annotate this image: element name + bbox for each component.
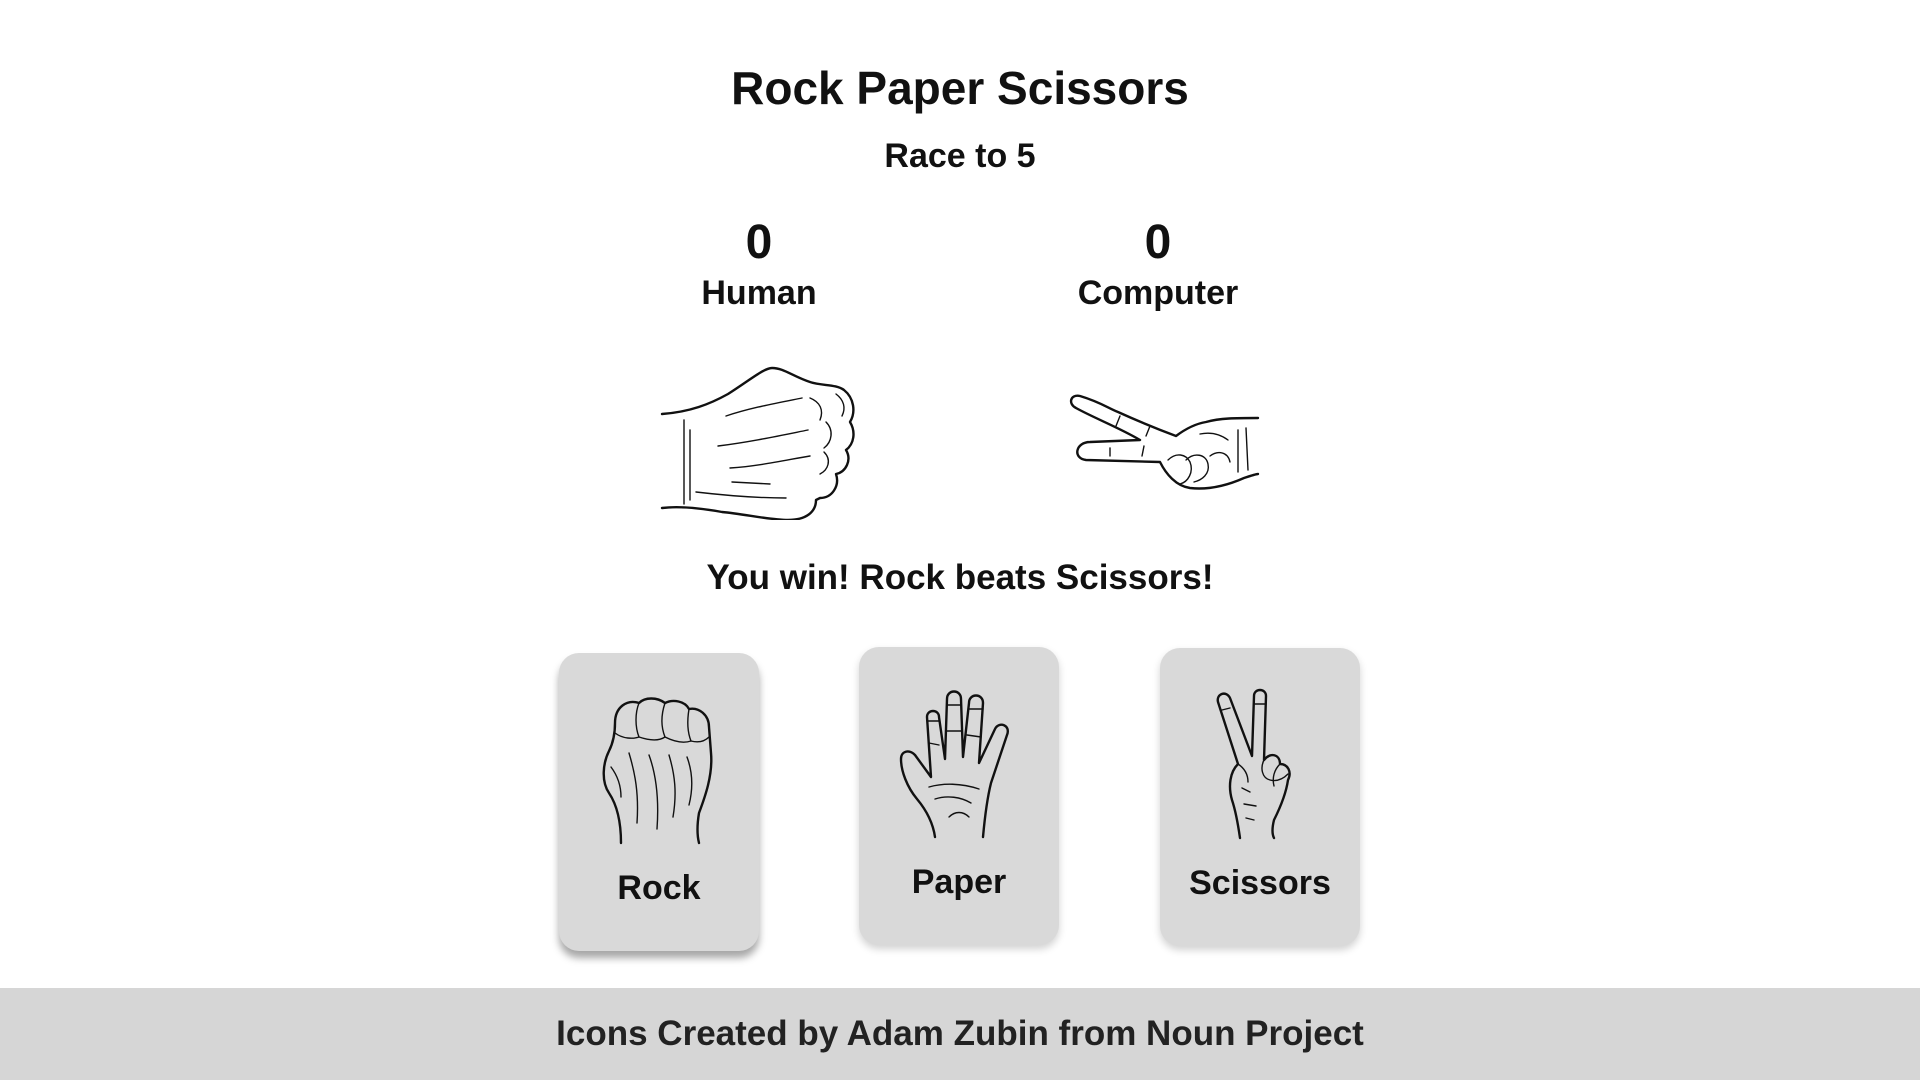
computer-choice-scissors-icon (1060, 360, 1260, 525)
computer-score: 0 (1144, 216, 1172, 269)
human-score: 0 (745, 216, 773, 269)
paper-hand-icon (899, 690, 1009, 839)
scissors-hand-icon (1216, 688, 1291, 840)
computer-score-block: 0 Computer (1028, 214, 1288, 314)
footer: Icons Created by Adam Zubin from Noun Pr… (0, 988, 1920, 1080)
game-page: Rock Paper Scissors Race to 5 0 Human 0 … (0, 0, 1920, 1080)
paper-choice-button[interactable]: Paper (859, 647, 1059, 945)
rock-choice-label: Rock (617, 869, 701, 907)
human-label: Human (701, 274, 817, 312)
game-mode-subtitle: Race to 5 (884, 137, 1036, 175)
paper-choice-label: Paper (911, 863, 1007, 901)
human-choice-rock-icon (660, 360, 860, 525)
human-score-block: 0 Human (629, 214, 889, 314)
rock-choice-button[interactable]: Rock (559, 653, 759, 951)
rock-hand-icon (602, 697, 713, 845)
round-result-message: You win! Rock beats Scissors! (706, 558, 1214, 597)
computer-label: Computer (1077, 274, 1239, 312)
icon-credit-text: Icons Created by Adam Zubin from Noun Pr… (556, 1014, 1364, 1053)
page-title: Rock Paper Scissors (731, 62, 1189, 114)
scissors-choice-label: Scissors (1189, 864, 1331, 902)
scissors-choice-button[interactable]: Scissors (1160, 648, 1360, 946)
